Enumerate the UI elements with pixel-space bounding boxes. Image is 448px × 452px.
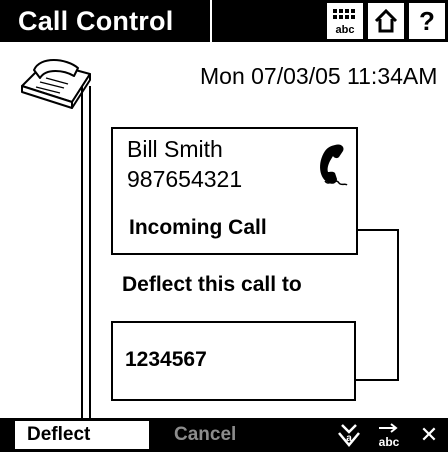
close-icon[interactable]: ✕ bbox=[414, 420, 444, 450]
call-status: Incoming Call bbox=[129, 216, 267, 239]
cancel-button[interactable]: Cancel bbox=[174, 421, 236, 449]
text-entry-abc-icon[interactable]: abc bbox=[374, 420, 404, 450]
keyboard-abc-icon[interactable]: abc bbox=[327, 3, 363, 39]
desk-phone-icon bbox=[21, 59, 91, 109]
home-icon[interactable] bbox=[368, 3, 404, 39]
handset-icon bbox=[320, 144, 348, 186]
deflect-number-field[interactable]: 1234567 bbox=[111, 321, 356, 401]
caller-name: Bill Smith bbox=[127, 136, 223, 162]
deflect-number-value: 1234567 bbox=[125, 348, 207, 371]
caller-number: 987654321 bbox=[127, 166, 243, 192]
deflect-prompt: Deflect this call to bbox=[122, 273, 302, 296]
help-icon[interactable]: ? bbox=[409, 3, 445, 39]
svg-text:a: a bbox=[346, 433, 352, 444]
input-mode-icon[interactable]: a bbox=[334, 420, 364, 450]
deflect-button[interactable]: Deflect bbox=[15, 421, 149, 449]
svg-text:abc: abc bbox=[379, 435, 400, 449]
svg-text:abc: abc bbox=[336, 24, 355, 36]
datetime-display: Mon 07/03/05 11:34AM bbox=[200, 63, 438, 89]
softkey-bar: Deflect Cancel a abc ✕ bbox=[0, 418, 448, 452]
incoming-call-box: Bill Smith 987654321 Incoming Call bbox=[111, 127, 358, 255]
title-bar: Call Control abc ? bbox=[0, 0, 448, 42]
title-separator bbox=[210, 0, 212, 42]
page-title: Call Control bbox=[18, 6, 174, 36]
